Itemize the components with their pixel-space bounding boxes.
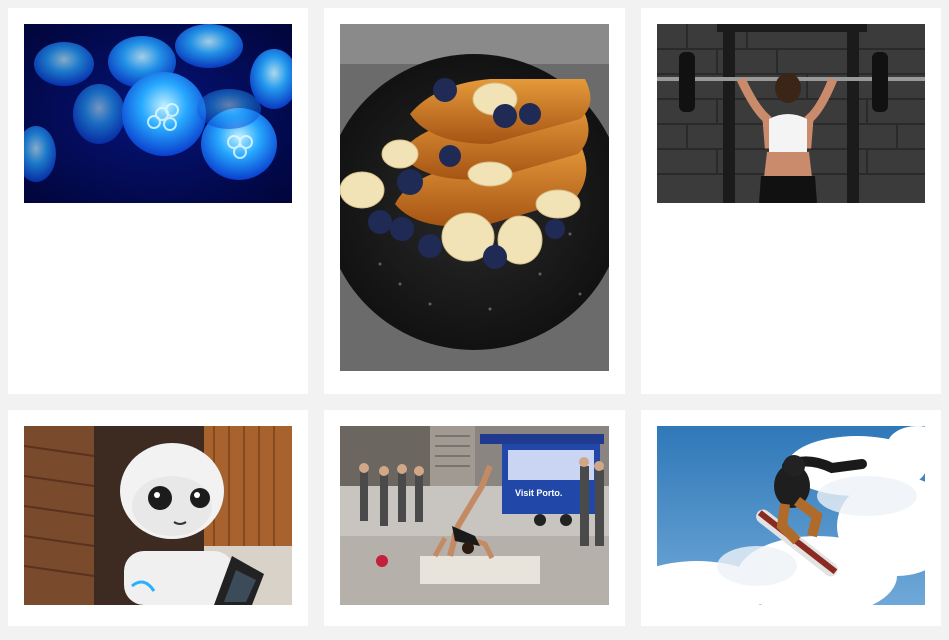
photo-gallery: Visit Porto.	[0, 0, 949, 640]
breakdancer-photo[interactable]: Visit Porto.	[340, 426, 609, 605]
french-toast-photo[interactable]	[340, 24, 609, 371]
weightlifter-photo[interactable]	[657, 24, 925, 203]
gallery-card-jellyfish[interactable]	[8, 8, 308, 394]
gallery-card-french-toast[interactable]	[324, 8, 625, 394]
food-cart-sign: Visit Porto.	[515, 488, 562, 498]
gallery-card-robot[interactable]	[8, 410, 308, 626]
gallery-card-weightlifter[interactable]	[641, 8, 941, 394]
gallery-card-breakdancer[interactable]: Visit Porto.	[324, 410, 625, 626]
jellyfish-photo[interactable]	[24, 24, 292, 203]
gallery-card-snowboarder[interactable]	[641, 410, 941, 626]
robot-photo[interactable]	[24, 426, 292, 605]
snowboarder-photo[interactable]	[657, 426, 925, 605]
